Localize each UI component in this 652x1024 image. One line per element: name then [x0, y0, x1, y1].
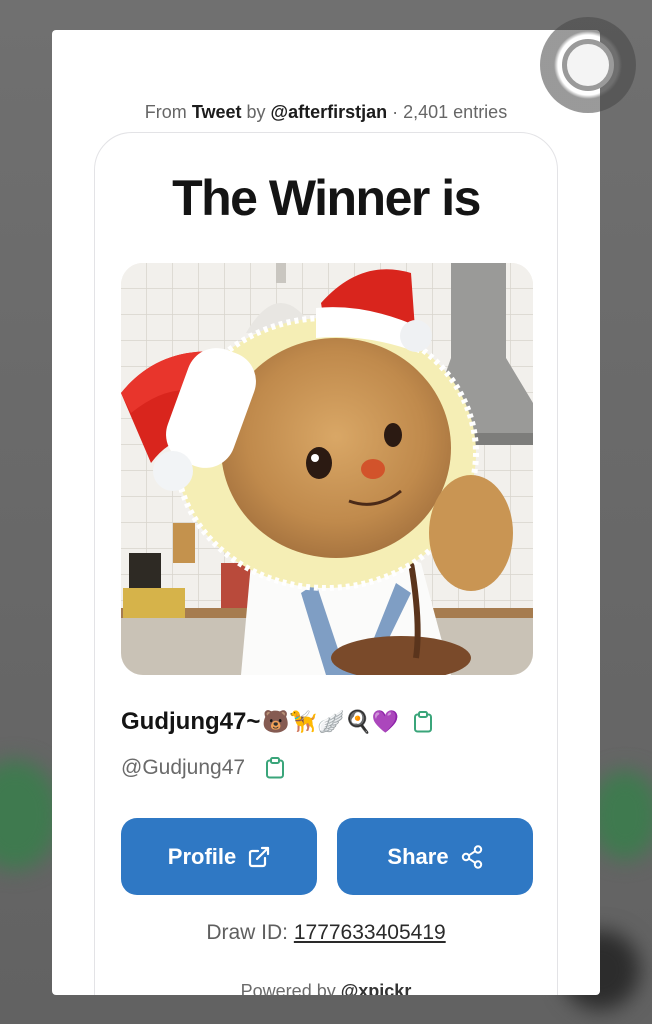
powered-by-brand-link[interactable]: @xpickr: [341, 981, 412, 995]
draw-id-link[interactable]: 1777633405419: [294, 921, 446, 944]
winner-avatar-image: [121, 263, 533, 675]
winner-card: The Winner is Gudjung47~ 🐻🦮🪽🍳💜 @Gudjung4…: [94, 132, 558, 995]
share-button-label: Share: [387, 843, 449, 869]
draw-id: Draw ID: 1777633405419: [95, 921, 557, 945]
entries-count: 2,401 entries: [403, 102, 508, 122]
winner-name-row: Gudjung47~ 🐻🦮🪽🍳💜: [121, 705, 433, 739]
copy-icon[interactable]: [265, 757, 285, 779]
card-title: The Winner is: [172, 170, 481, 226]
draw-id-label: Draw ID:: [206, 921, 288, 944]
winner-name-emojis: 🐻🦮🪽🍳💜: [262, 709, 400, 735]
powered-by: Powered by @xpickr: [95, 981, 557, 995]
touch-indicator-dot: [562, 39, 614, 91]
winner-name: Gudjung47~: [121, 708, 261, 735]
share-icon: [461, 844, 483, 869]
winner-handle-row: @Gudjung47: [121, 753, 285, 783]
source-platform: Tweet: [191, 102, 242, 122]
source-separator: ·: [387, 102, 404, 122]
copy-icon[interactable]: [413, 711, 433, 733]
profile-button-label: Profile: [167, 843, 237, 869]
share-button[interactable]: Share: [337, 818, 533, 895]
source-by: by: [246, 102, 266, 122]
winner-handle: @Gudjung47: [121, 756, 246, 779]
source-line: From Tweet by @afterfirstjan · 2,401 ent…: [52, 102, 600, 123]
backdrop-blob: [0, 760, 60, 870]
touch-indicator: [540, 17, 636, 113]
winner-modal: From Tweet by @afterfirstjan · 2,401 ent…: [52, 30, 600, 995]
powered-by-label: Powered by: [240, 981, 336, 995]
external-link-icon: [248, 846, 270, 868]
profile-button[interactable]: Profile: [121, 818, 317, 895]
source-account[interactable]: @afterfirstjan: [271, 102, 388, 122]
source-prefix: From: [144, 102, 187, 122]
